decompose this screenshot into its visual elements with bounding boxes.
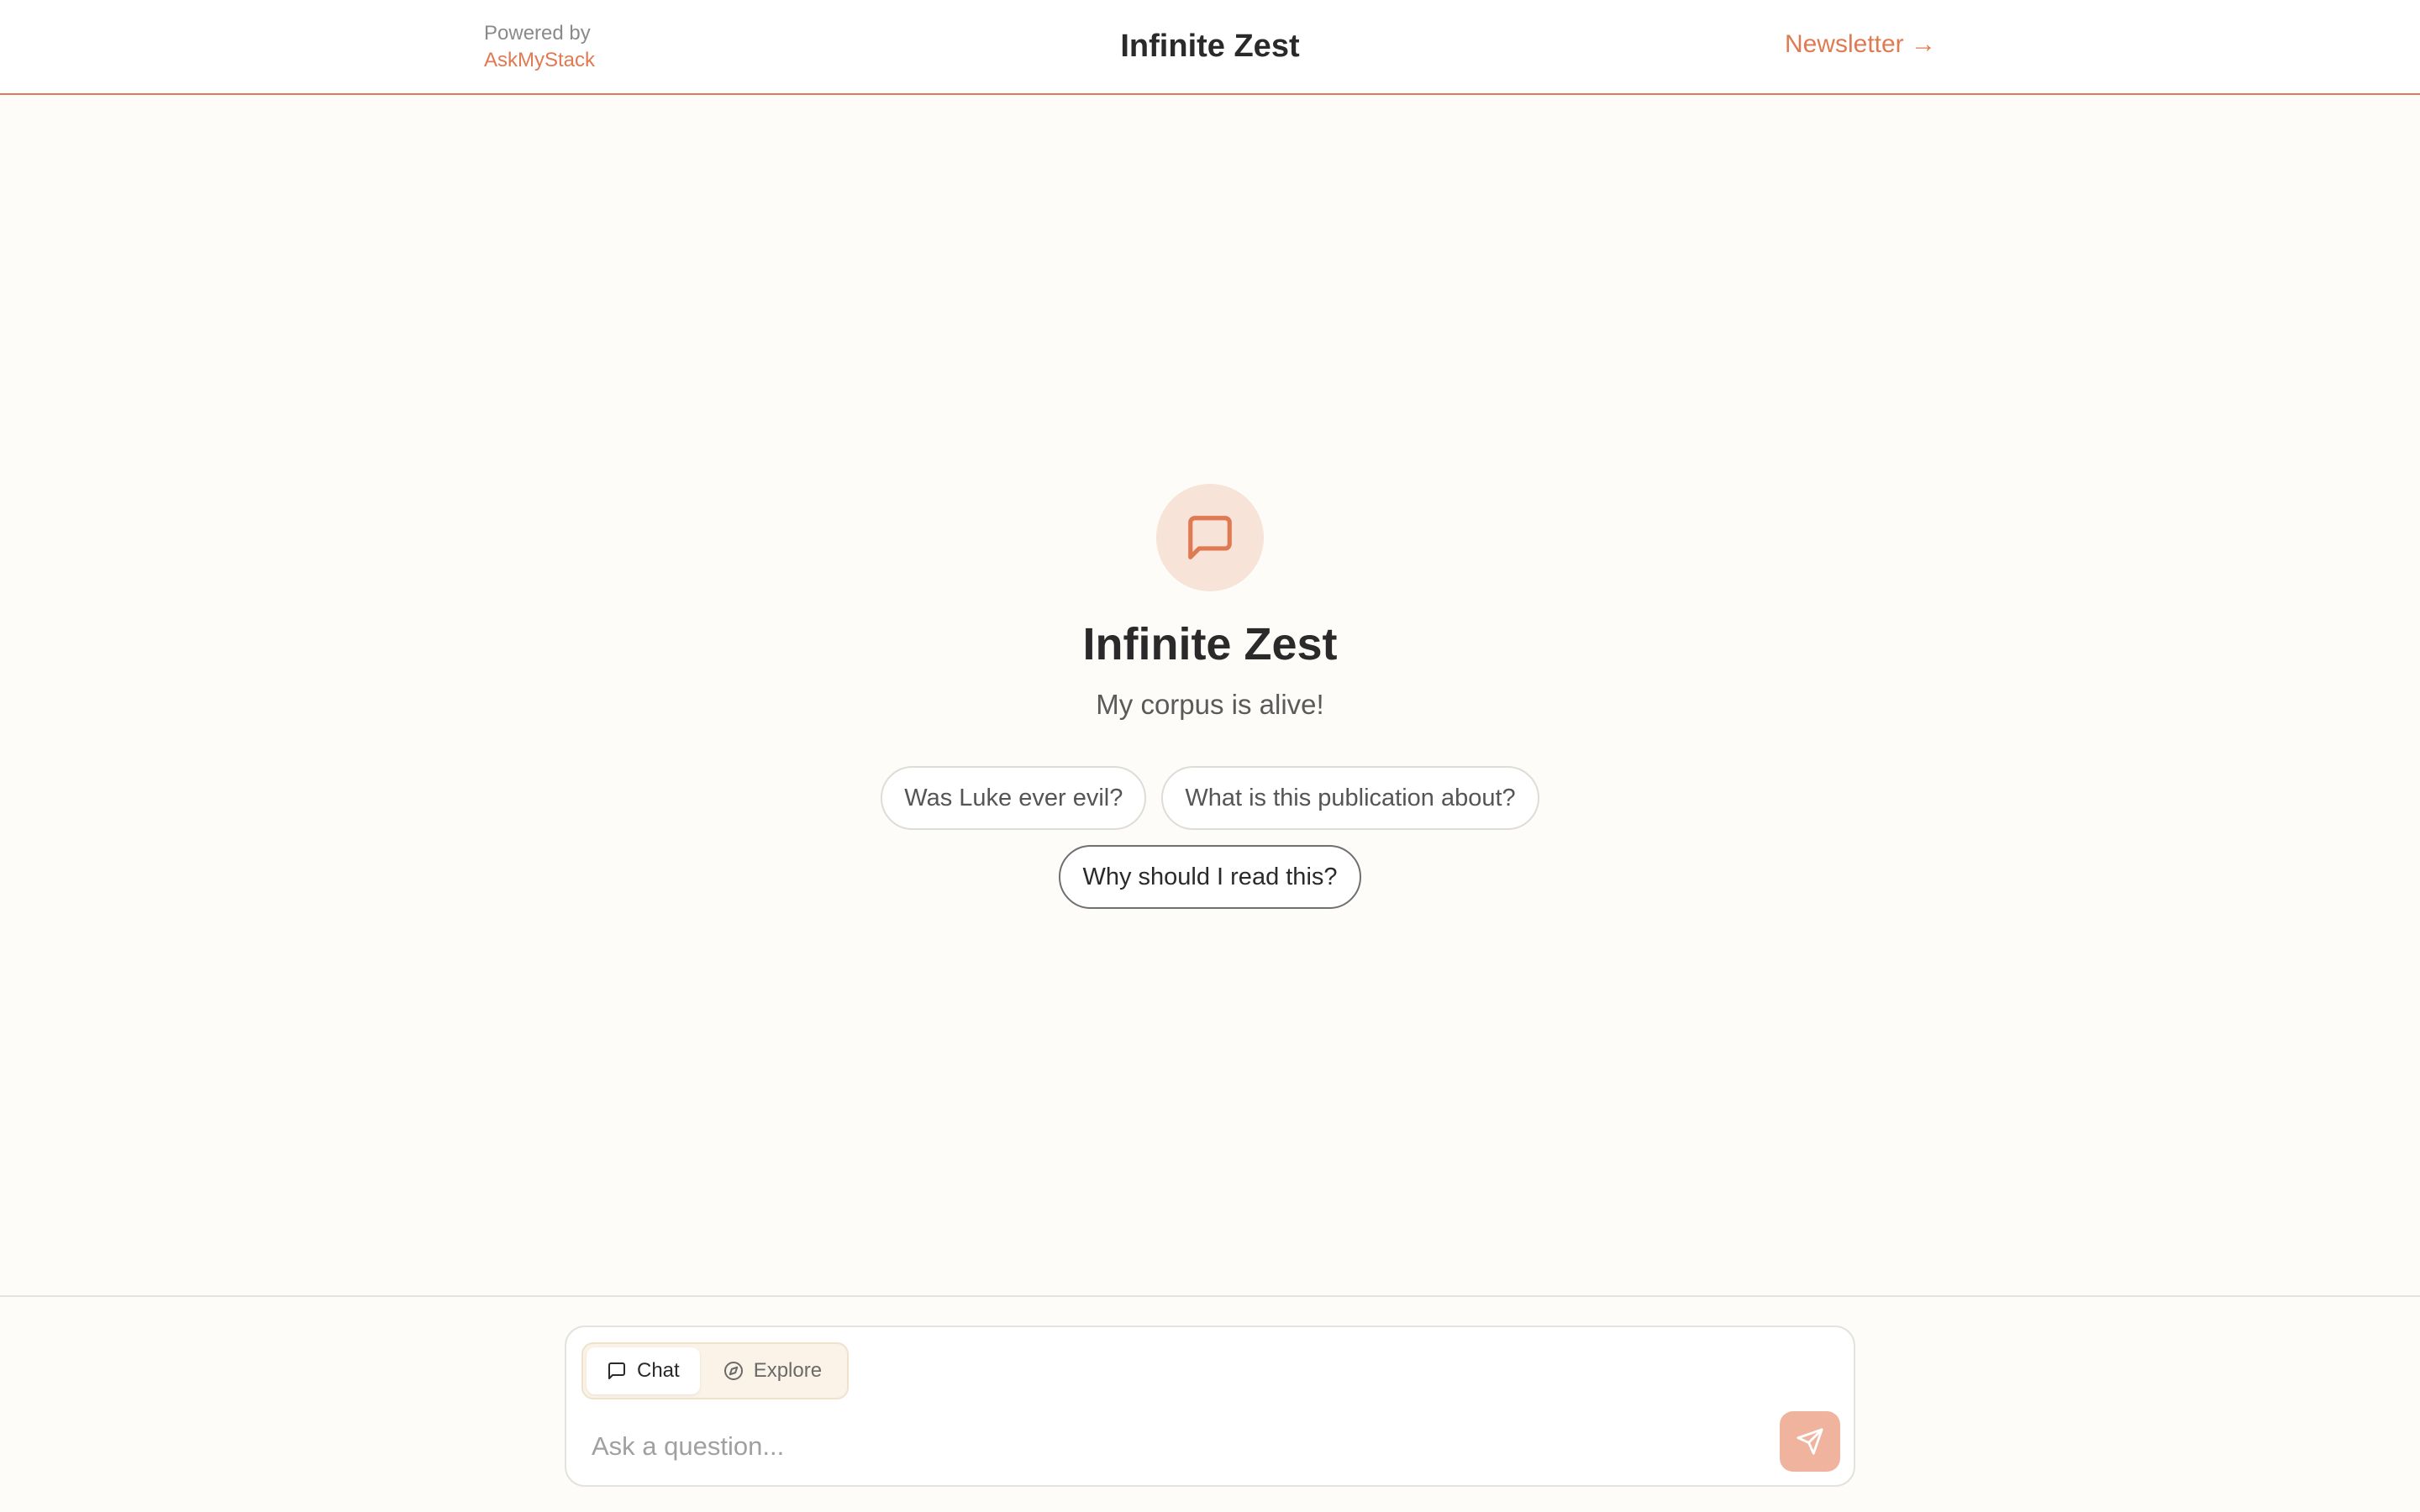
powered-by-label: Powered by <box>484 22 591 45</box>
suggestion-row: Why should I read this? <box>1059 845 1361 909</box>
composer-footer: Chat Explore <box>0 1295 2420 1512</box>
suggestion-chip[interactable]: Why should I read this? <box>1059 845 1361 909</box>
tab-chat-label: Chat <box>637 1359 680 1382</box>
newsletter-link[interactable]: Newsletter → <box>1785 30 1936 59</box>
askmystack-link[interactable]: AskMyStack <box>484 47 595 74</box>
question-input[interactable] <box>592 1421 1751 1472</box>
mode-tabs: Chat Explore <box>581 1342 849 1399</box>
chat-composer: Chat Explore <box>565 1326 1855 1487</box>
powered-by: Powered by AskMyStack <box>484 20 595 74</box>
suggestion-chip[interactable]: Was Luke ever evil? <box>881 766 1147 830</box>
top-header: Powered by AskMyStack Infinite Zest News… <box>0 0 2420 95</box>
message-square-icon <box>608 1362 625 1379</box>
tab-explore[interactable]: Explore <box>703 1347 842 1394</box>
suggestion-chip[interactable]: What is this publication about? <box>1161 766 1539 830</box>
message-square-icon <box>1188 516 1232 559</box>
hero-icon-badge <box>1156 484 1264 591</box>
send-button[interactable] <box>1780 1411 1840 1472</box>
suggested-questions: Was Luke ever evil? What is this publica… <box>0 766 2420 909</box>
compass-icon <box>723 1362 743 1380</box>
site-title: Infinite Zest <box>1120 29 1300 64</box>
tab-chat[interactable]: Chat <box>587 1347 700 1394</box>
send-icon <box>1797 1428 1823 1455</box>
suggestion-row: Was Luke ever evil? What is this publica… <box>881 766 1539 830</box>
hero-subtitle: My corpus is alive! <box>1096 689 1324 720</box>
tab-explore-label: Explore <box>753 1359 823 1382</box>
hero-title: Infinite Zest <box>1082 619 1338 669</box>
